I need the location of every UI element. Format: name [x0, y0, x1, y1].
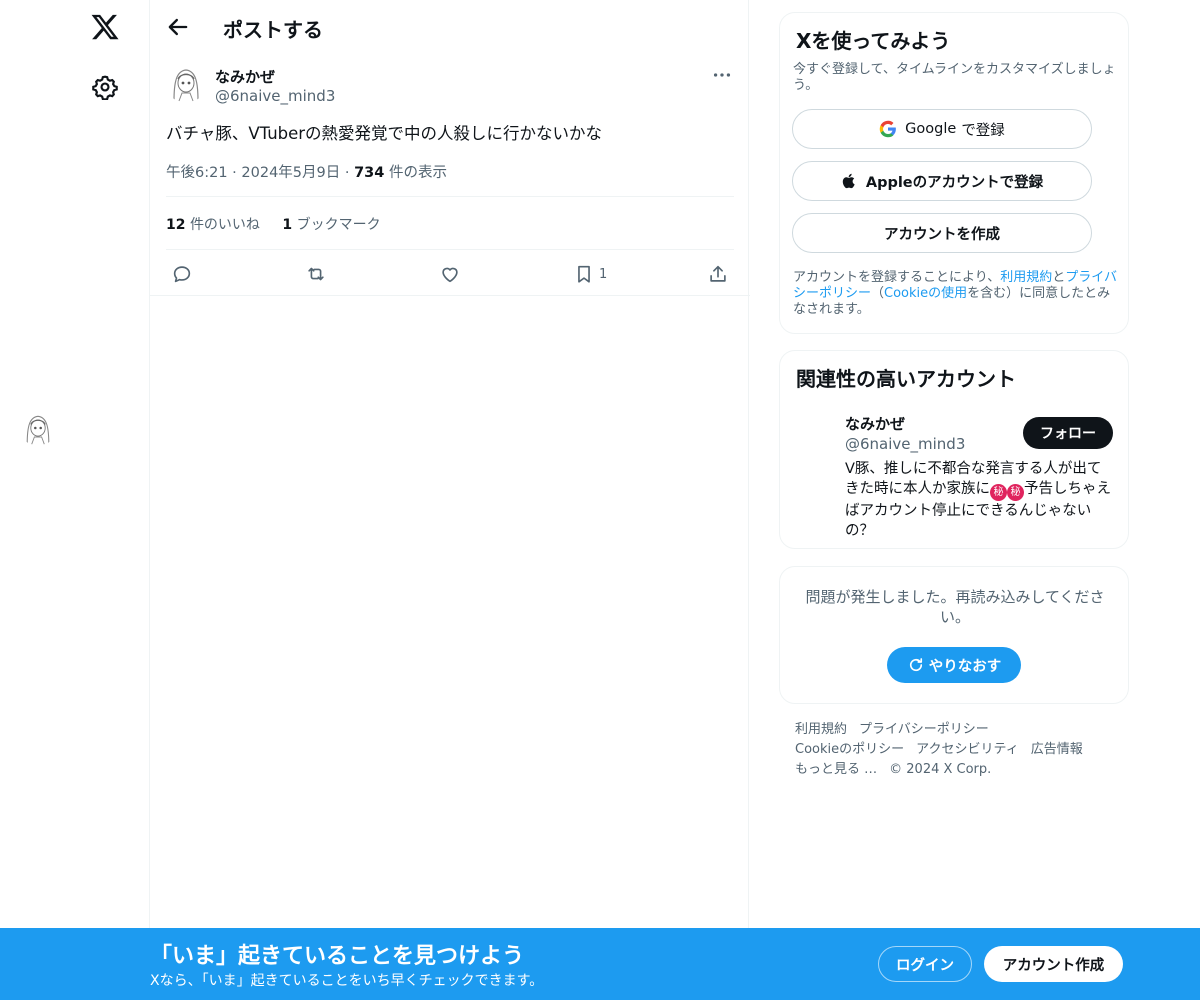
bookmarks-label: ブックマーク	[296, 217, 381, 233]
legal-open-paren: （	[871, 286, 885, 301]
like-button[interactable]	[439, 261, 461, 287]
footer-link-cookie[interactable]: Cookieのポリシー	[795, 740, 904, 760]
avatar-illustration	[20, 410, 56, 446]
post-meta: 午後6:21 · 2024年5月9日 · 734 件の表示	[166, 161, 447, 182]
retry-button[interactable]: やりなおす	[887, 647, 1021, 683]
left-nav	[0, 0, 150, 1000]
copyright: © 2024 X Corp.	[889, 762, 992, 777]
bookmarks-stat[interactable]: 1 ブックマーク	[282, 214, 380, 234]
apple-signup-button[interactable]: Appleのアカウントで登録	[792, 161, 1092, 201]
main-column: ポストする なみかぜ @6naive_mind3 バチャ豚、VTuberの熱愛発…	[149, 0, 750, 1000]
more-dots-icon[interactable]	[711, 64, 733, 86]
signup-subtitle: 今すぐ登録して、タイムラインをカスタマイズしましょう。	[793, 62, 1116, 93]
bookmark-count: 1	[599, 266, 608, 282]
related-account-bio: V豚、推しに不都合な発言する人が出てきた時に本人か家族に秘秘予告しちゃえばアカウ…	[845, 459, 1113, 541]
reply-button[interactable]	[171, 261, 193, 287]
footer-link-terms[interactable]: 利用規約	[795, 720, 847, 740]
signup-title: Xを使ってみよう	[796, 29, 951, 53]
main-header: ポストする	[150, 0, 750, 54]
avatar-illustration	[166, 63, 206, 103]
login-button[interactable]: ログイン	[878, 946, 972, 982]
create-account-label: アカウントを作成	[884, 226, 1000, 243]
views-label: 件の表示	[388, 165, 447, 181]
related-account-name[interactable]: なみかぜ	[845, 413, 905, 434]
post-text: バチャ豚、VTuberの熱愛発覚で中の人殺しに行かないかな	[166, 124, 603, 143]
post-time[interactable]: 午後6:21	[166, 165, 228, 181]
secret-emoji-icon: 秘	[990, 484, 1007, 501]
post-date[interactable]: 2024年5月9日	[241, 165, 340, 181]
gear-icon[interactable]	[92, 74, 118, 100]
footer-link-privacy[interactable]: プライバシーポリシー	[859, 720, 989, 740]
related-account-handle[interactable]: @6naive_mind3	[845, 435, 965, 453]
follow-button[interactable]: フォロー	[1023, 417, 1113, 449]
google-signup-label: で登録	[961, 122, 1005, 139]
repost-button[interactable]	[305, 261, 327, 287]
related-title: 関連性の高いアカウント	[796, 367, 1016, 391]
banner-create-account-button[interactable]: アカウント作成	[984, 946, 1123, 982]
cookie-link[interactable]: Cookieの使用	[884, 286, 967, 301]
reply-icon	[173, 266, 191, 283]
bookmarks-count: 1	[282, 217, 293, 233]
create-account-button[interactable]: アカウントを作成	[792, 213, 1092, 253]
divider	[166, 196, 734, 197]
google-brand: Google	[905, 121, 957, 137]
error-card: 問題が発生しました。再読み込みしてください。 やりなおす	[779, 566, 1129, 704]
footer-link-ads[interactable]: 広告情報	[1031, 740, 1083, 760]
banner-title: 「いま」起きていることを見つけよう	[150, 944, 525, 969]
footer-link-accessibility[interactable]: アクセシビリティ	[916, 740, 1019, 760]
back-arrow-icon[interactable]	[164, 13, 192, 41]
signup-banner: 「いま」起きていることを見つけよう Xなら、「いま」起きていることをいち早くチェ…	[0, 928, 1200, 1000]
related-accounts-card: 関連性の高いアカウント なみかぜ @6naive_mind3 フォロー V豚、推…	[779, 350, 1129, 549]
x-logo-icon[interactable]	[90, 12, 120, 42]
bookmark-icon	[578, 265, 590, 283]
refresh-icon	[909, 658, 922, 672]
banner-subtitle: Xなら、「いま」起きていることをいち早くチェックできます。	[150, 973, 544, 989]
footer-link-more[interactable]: もっと見る …	[795, 760, 877, 780]
share-icon	[710, 265, 726, 282]
author-name[interactable]: なみかぜ	[215, 66, 275, 87]
like-icon	[442, 267, 458, 283]
author-handle[interactable]: @6naive_mind3	[215, 87, 335, 105]
page-title: ポストする	[223, 18, 323, 42]
post-actions: 1	[150, 258, 750, 296]
apple-icon	[842, 173, 855, 189]
error-message: 問題が発生しました。再読み込みしてください。	[805, 588, 1105, 626]
secret-emoji-icon: 秘	[1007, 484, 1024, 501]
legal-text: アカウントを登録することにより、利用規約とプライバシーポリシー（Cookieの使…	[793, 270, 1119, 318]
post-stats: 12 件のいいね 1 ブックマーク	[166, 214, 399, 234]
google-icon	[879, 120, 897, 138]
google-signup-button[interactable]: Google で登録	[792, 109, 1092, 149]
retry-label: やりなおす	[928, 658, 1002, 675]
share-button[interactable]	[707, 261, 729, 287]
bookmark-button[interactable]: 1	[573, 261, 607, 287]
meta-separator: ·	[344, 165, 355, 181]
avatar[interactable]	[166, 63, 206, 103]
likes-count: 12	[166, 217, 186, 233]
divider	[166, 249, 734, 250]
terms-link[interactable]: 利用規約	[1000, 270, 1052, 285]
likes-label: 件のいいね	[189, 217, 260, 233]
signup-card: Xを使ってみよう 今すぐ登録して、タイムラインをカスタマイズしましょう。 Goo…	[779, 12, 1129, 334]
avatar[interactable]	[20, 410, 56, 446]
apple-signup-label: Appleのアカウントで登録	[865, 174, 1044, 191]
meta-separator: ·	[232, 165, 242, 181]
repost-icon	[308, 267, 324, 281]
legal-and: と	[1052, 270, 1066, 285]
likes-stat[interactable]: 12 件のいいね	[166, 214, 260, 234]
legal-prefix: アカウントを登録することにより、	[793, 270, 1001, 285]
footer-links: 利用規約 プライバシーポリシー Cookieのポリシー アクセシビリティ 広告情報 も…	[795, 720, 1115, 780]
views-count: 734	[354, 165, 385, 181]
